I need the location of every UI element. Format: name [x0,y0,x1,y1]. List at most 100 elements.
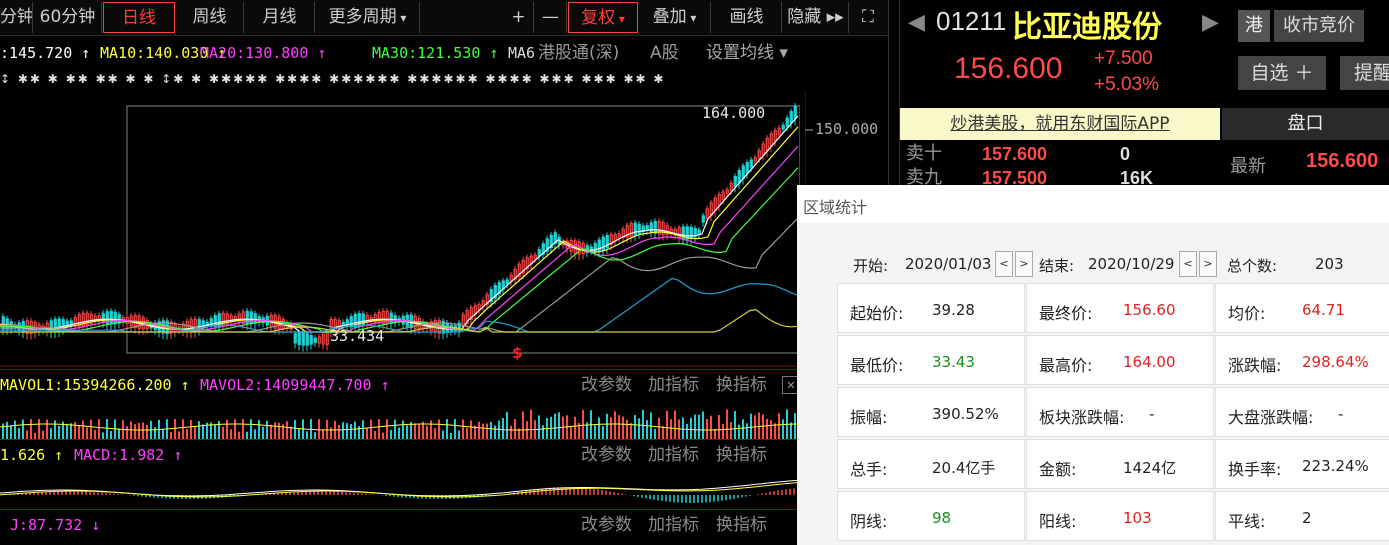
volume-bar [198,421,200,439]
kdj-add-indicator-button[interactable]: 加指标 [648,510,699,539]
volume-bar [562,416,564,439]
volume-bar [666,410,668,439]
volume-bar [74,422,76,439]
a-share-tab[interactable]: A股 [650,38,679,68]
volume-bar [314,432,316,439]
volume-bars-chart[interactable] [0,399,800,439]
kdj-switch-indicator-button[interactable]: 换指标 [716,510,767,539]
end-next-icon[interactable]: > [1199,251,1217,277]
start-label: 开始: [853,257,889,275]
stat-cell: 平线: 2 [1215,491,1389,541]
closing-auction-button[interactable]: 收市竞价 [1274,10,1364,42]
volume-bar [254,429,256,439]
volume-switch-indicator-button[interactable]: 换指标 [716,370,767,399]
stat-label: 板块涨跌幅: [1039,408,1125,427]
volume-bar [434,428,436,439]
macd-chart[interactable] [0,469,800,509]
volume-bar [342,422,344,439]
adjust-rights-dropdown[interactable]: 复权 [568,2,638,33]
daily-tab[interactable]: 日线 [103,2,175,33]
volume-bar [426,425,428,439]
fullscreen-icon[interactable]: ⛶ [850,2,886,33]
volume-bar [634,415,636,439]
macd-add-indicator-button[interactable]: 加指标 [648,440,699,469]
tab-order-book[interactable]: 盘口 [1222,108,1389,140]
stat-value: 156.60 [1123,301,1176,319]
candle-body [781,124,785,130]
volume-bar [522,411,524,439]
volume-bar [38,419,40,439]
minute-tab[interactable]: 分钟 [0,2,33,33]
ma-settings-dropdown[interactable]: 设置均线 ▾ [706,38,788,68]
volume-bar [726,409,728,439]
volume-params-button[interactable]: 改参数 [581,370,632,399]
volume-bar [262,426,264,439]
stat-cell: 最低价: 33.43 [837,335,1025,385]
stock-code: 01211 [936,6,1007,36]
price-alert-button[interactable]: 提醒 [1340,56,1389,90]
volume-bar [502,418,504,439]
promo-link[interactable]: 炒港美股，就用东财国际APP [900,108,1220,140]
candle-body [737,170,741,184]
start-next-icon[interactable]: > [1015,251,1033,277]
market-badge: 港 [1238,10,1270,42]
volume-bar [330,427,332,439]
region-statistics-dialog: 区域统计 开始: 2020/01/03 < > 结束: 2020/10/29 <… [797,185,1389,545]
last-price: 156.600 [954,52,1063,85]
stock-header: ◀ 01211 比亚迪股份 ▶ 港 收市竞价 156.600 +7.500 +5… [900,0,1389,108]
kdj-params-button[interactable]: 改参数 [581,510,632,539]
add-to-watchlist-button[interactable]: 自选 ＋ [1238,56,1326,90]
overlay-dropdown[interactable]: 叠加 [639,2,711,33]
price-change-percent: +5.03% [1094,74,1159,95]
stat-cell: 大盘涨跌幅: - [1215,387,1389,437]
volume-bar [14,420,16,439]
zoom-in-button[interactable]: + [504,2,534,33]
volume-bar [146,424,148,439]
volume-bar [638,418,640,439]
volume-bar [734,411,736,439]
stat-value: 164.00 [1123,353,1176,371]
volume-bar [582,409,584,439]
volume-bar [246,431,248,439]
count-label: 总个数: [1227,257,1278,275]
stat-label: 阳线: [1039,512,1077,531]
monthly-tab[interactable]: 月线 [245,2,315,33]
latest-quote-panel: 最新 156.600 [1222,140,1389,186]
end-prev-icon[interactable]: < [1179,251,1197,277]
next-stock-icon[interactable]: ▶ [1202,10,1219,35]
draw-line-button[interactable]: 画线 [712,2,782,33]
candlestick-chart[interactable] [0,92,800,367]
ma-legend-item: :145.720 ↑ [0,44,91,62]
volume-bar [486,423,488,439]
macd-switch-indicator-button[interactable]: 换指标 [716,440,767,469]
ma-legend-item: MA6 [508,44,536,62]
volume-bar [110,431,112,439]
volume-bar [626,419,628,439]
dialog-title-bar[interactable]: 区域统计 [797,185,1389,223]
weekly-tab[interactable]: 周线 [176,2,244,33]
60-minute-tab[interactable]: 60分钟 [34,2,102,33]
volume-bar [790,422,792,439]
event-s-marker-icon[interactable]: $ [512,344,522,362]
macd-params-button[interactable]: 改参数 [581,440,632,469]
count-value: 203 [1315,255,1344,273]
volume-bar [490,421,492,439]
more-periods-dropdown[interactable]: 更多周期 [316,2,420,33]
volume-bar [466,427,468,439]
start-prev-icon[interactable]: < [995,251,1013,277]
volume-bar [402,420,404,439]
zoom-out-button[interactable]: — [535,2,567,33]
volume-bar [142,422,144,439]
stat-label: 平线: [1228,512,1266,531]
stat-label: 涨跌幅: [1228,356,1282,375]
event-marker-row[interactable]: ↕ ✱✱ ✱ ✱✱ ✱✱ ✱ ✱ ↕✱ ✱ ✱✱✱✱✱ ✱✱✱✱ ✱✱✱✱✱✱ … [0,72,800,92]
prev-stock-icon[interactable]: ◀ [908,10,925,35]
volume-add-indicator-button[interactable]: 加指标 [648,370,699,399]
volume-bar [322,429,324,439]
candle-body [309,335,313,345]
hide-button[interactable]: 隐藏 ▸▸ [783,2,849,33]
hk-connect-tab[interactable]: 港股通(深) [538,38,619,68]
order-book: 卖十 157.600 0 卖九 157.500 16K [900,140,1220,186]
volume-bar [374,430,376,439]
volume-bar [730,422,732,439]
